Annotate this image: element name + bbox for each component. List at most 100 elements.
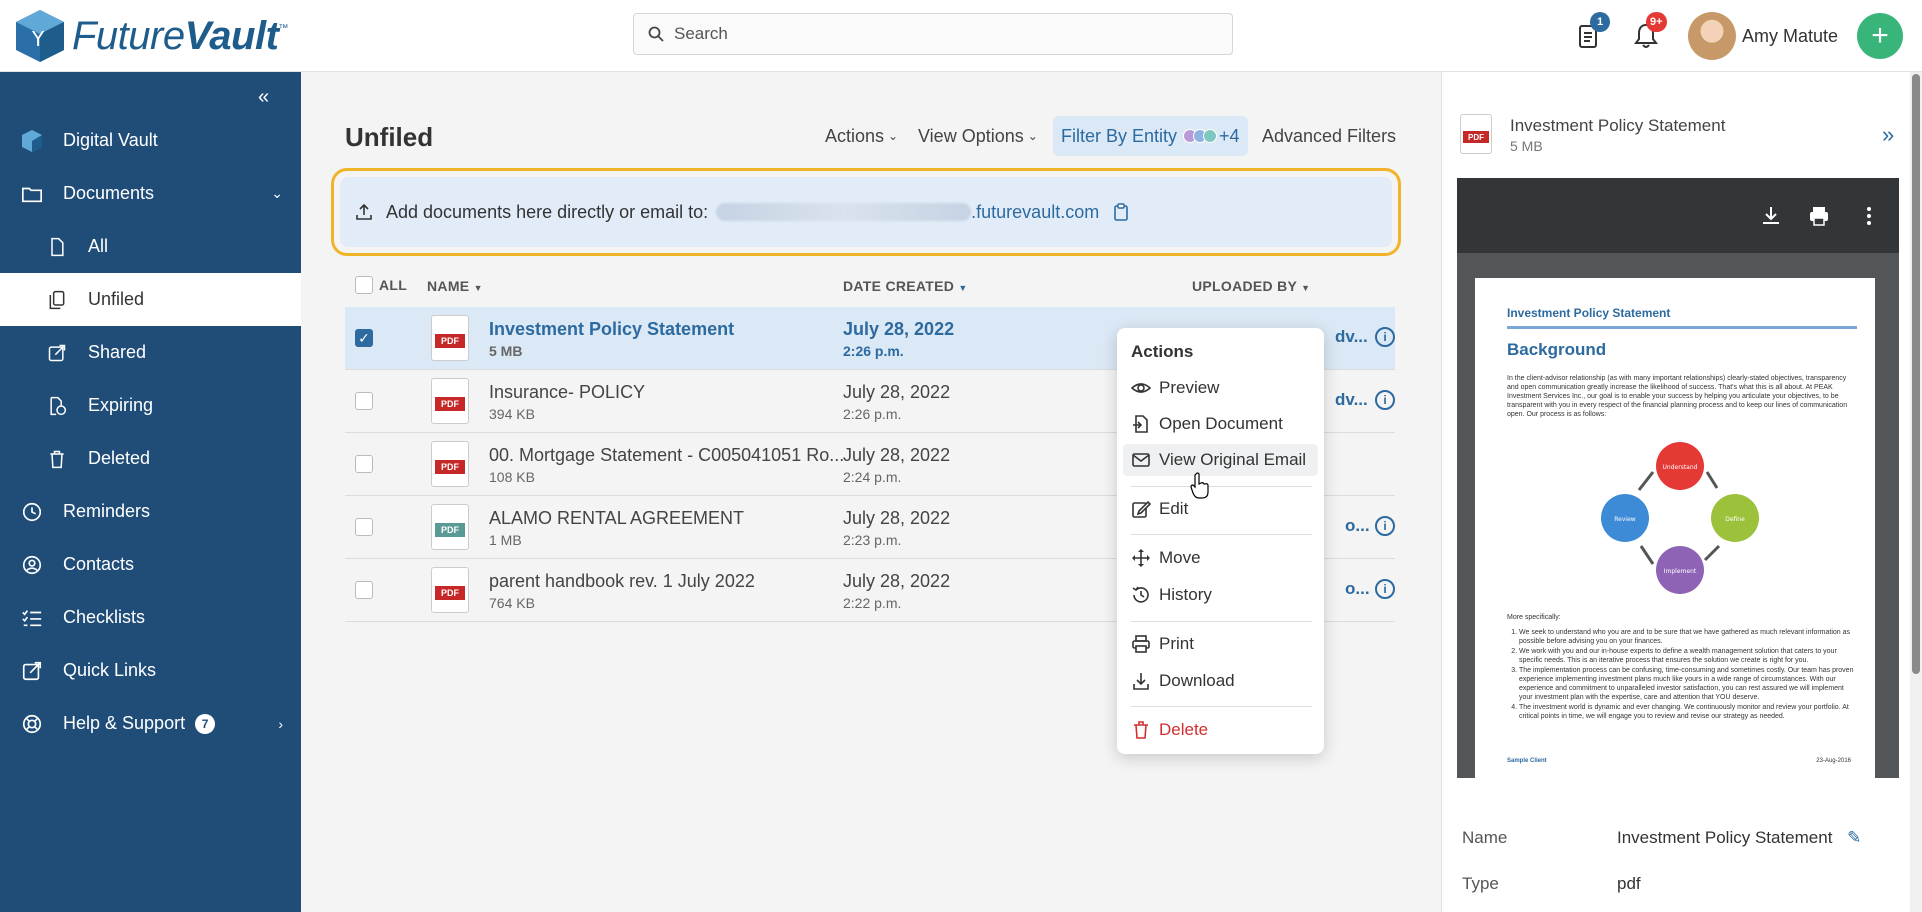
envelope-icon	[1131, 450, 1151, 470]
meta-label-type: Type	[1462, 874, 1499, 893]
menu-item-print[interactable]: Print	[1123, 628, 1318, 660]
search-box[interactable]	[633, 13, 1233, 55]
info-icon[interactable]: i	[1375, 390, 1395, 410]
sidebar-item-reminders[interactable]: Reminders	[0, 485, 301, 538]
document-date: July 28, 2022	[843, 319, 955, 339]
move-icon	[1131, 548, 1151, 568]
document-name[interactable]: ALAMO RENTAL AGREEMENT	[489, 508, 744, 529]
more-vertical-icon[interactable]	[1857, 204, 1881, 228]
scrollbar-thumb[interactable]	[1912, 74, 1920, 674]
info-icon[interactable]: i	[1375, 516, 1395, 536]
entity-dots	[1183, 129, 1218, 143]
document-size: 764 KB	[489, 595, 535, 611]
file-icon	[45, 235, 69, 259]
menu-item-preview[interactable]: Preview	[1123, 372, 1318, 404]
email-domain[interactable]: .futurevault.com	[971, 202, 1099, 223]
menu-item-open-document[interactable]: Open Document	[1123, 408, 1318, 440]
pdf-file-icon: PDF	[1460, 114, 1492, 154]
filter-by-entity-label: Filter By Entity	[1061, 125, 1178, 146]
search-input[interactable]	[674, 24, 1194, 44]
copy-files-icon	[45, 288, 69, 312]
upload-dropzone[interactable]: Add documents here directly or email to:…	[331, 168, 1401, 256]
uploader-name: o...	[1345, 579, 1370, 598]
actions-dropdown[interactable]: Actions ⌄	[825, 117, 898, 155]
documents-badge: 1	[1590, 12, 1610, 32]
page-scrollbar[interactable]	[1910, 72, 1922, 912]
sidebar-item-deleted[interactable]: Deleted	[0, 432, 301, 485]
pdf-viewer[interactable]: Investment Policy Statement Background I…	[1457, 178, 1899, 778]
document-name[interactable]: Investment Policy Statement	[489, 319, 734, 340]
dropzone-inner: Add documents here directly or email to:…	[340, 177, 1392, 247]
logo-mark-icon: Y	[16, 10, 64, 62]
menu-item-history[interactable]: History	[1123, 579, 1318, 611]
clipboard-icon[interactable]	[1113, 203, 1129, 221]
filter-by-entity-button[interactable]: Filter By Entity +4	[1053, 116, 1248, 156]
column-name[interactable]: NAME ▼	[427, 278, 483, 294]
trash-icon	[45, 447, 69, 471]
futurevault-logo[interactable]: Y FutureVault™	[12, 6, 288, 66]
row-checkbox[interactable]	[355, 518, 373, 536]
pdf-file-icon: PDF	[431, 504, 469, 550]
sidebar-item-shared[interactable]: Shared	[0, 326, 301, 379]
process-cycle-diagram: Understand Define Implement Review	[1601, 442, 1759, 594]
notifications-button[interactable]: 9+	[1630, 12, 1667, 52]
clock-icon	[20, 500, 44, 524]
table-header: ALL NAME ▼ DATE CREATED ▼ UPLOADED BY ▼	[345, 268, 1395, 304]
column-date-created[interactable]: DATE CREATED ▼	[843, 278, 968, 294]
menu-item-delete[interactable]: Delete	[1123, 714, 1318, 746]
info-icon[interactable]: i	[1375, 579, 1395, 599]
chevron-down-icon: ⌄	[271, 185, 283, 201]
column-uploaded-by[interactable]: UPLOADED BY ▼	[1192, 278, 1310, 294]
select-all-checkbox[interactable]	[355, 276, 373, 294]
open-file-icon	[1131, 414, 1151, 434]
logo-text: FutureVault™	[72, 13, 288, 58]
row-checkbox[interactable]	[355, 392, 373, 410]
row-checkbox[interactable]	[355, 581, 373, 599]
sidebar-item-expiring[interactable]: Expiring	[0, 379, 301, 432]
doc-list: We seek to understand who you are and to…	[1519, 628, 1859, 722]
collapse-sidebar-button[interactable]: «	[258, 86, 269, 109]
info-icon[interactable]: i	[1375, 327, 1395, 347]
upload-icon	[356, 203, 372, 220]
chevron-down-icon: ⌄	[1027, 129, 1038, 143]
view-options-dropdown[interactable]: View Options ⌄	[918, 117, 1038, 155]
sidebar-item-quick-links[interactable]: Quick Links	[0, 644, 301, 697]
advanced-filters-label: Advanced Filters	[1262, 125, 1397, 146]
sidebar-item-all[interactable]: All	[0, 220, 301, 273]
select-all[interactable]: ALL	[355, 276, 407, 294]
dropzone-text: Add documents here directly or email to:	[386, 201, 709, 222]
sidebar-item-label: Expiring	[88, 395, 154, 415]
menu-item-move[interactable]: Move	[1123, 542, 1318, 574]
document-name[interactable]: parent handbook rev. 1 July 2022	[489, 571, 755, 592]
advanced-filters-button[interactable]: Advanced Filters	[1262, 117, 1396, 155]
user-name[interactable]: Amy Matute	[1742, 26, 1838, 47]
add-button[interactable]: +	[1857, 13, 1903, 59]
sidebar-item-unfiled[interactable]: Unfiled	[0, 273, 301, 326]
eye-icon	[1131, 378, 1151, 398]
menu-item-download[interactable]: Download	[1123, 665, 1318, 697]
sidebar-item-documents[interactable]: Documents ⌄	[0, 167, 301, 220]
row-checkbox[interactable]: ✓	[355, 329, 373, 347]
menu-item-view-original-email[interactable]: View Original Email	[1123, 444, 1318, 476]
download-icon[interactable]	[1759, 204, 1783, 228]
sidebar-item-digital-vault[interactable]: Digital Vault	[0, 114, 301, 167]
document-name[interactable]: Insurance- POLICY	[489, 382, 645, 403]
pdf-file-icon: PDF	[431, 567, 469, 613]
sidebar-item-help-support[interactable]: Help & Support 7 ›	[0, 697, 301, 750]
expand-panel-icon[interactable]: »	[1882, 122, 1894, 148]
avatar[interactable]	[1688, 12, 1736, 60]
sidebar-item-contacts[interactable]: Contacts	[0, 538, 301, 591]
document-date: July 28, 2022	[843, 571, 951, 591]
document-time: 2:22 p.m.	[843, 595, 902, 611]
row-checkbox[interactable]	[355, 455, 373, 473]
sidebar-item-label: Shared	[88, 342, 147, 362]
document-name[interactable]: 00. Mortgage Statement - C005041051 Ro..…	[489, 445, 844, 466]
sidebar-item-checklists[interactable]: Checklists	[0, 591, 301, 644]
page-title: Unfiled	[345, 122, 434, 152]
printer-icon[interactable]	[1807, 204, 1831, 228]
meta-value-name: Investment Policy Statement ✎	[1617, 828, 1862, 847]
pencil-icon[interactable]: ✎	[1847, 828, 1861, 847]
pdf-viewer-toolbar	[1457, 178, 1899, 253]
menu-item-edit[interactable]: Edit	[1123, 493, 1318, 525]
documents-notification-button[interactable]: 1	[1572, 12, 1610, 52]
